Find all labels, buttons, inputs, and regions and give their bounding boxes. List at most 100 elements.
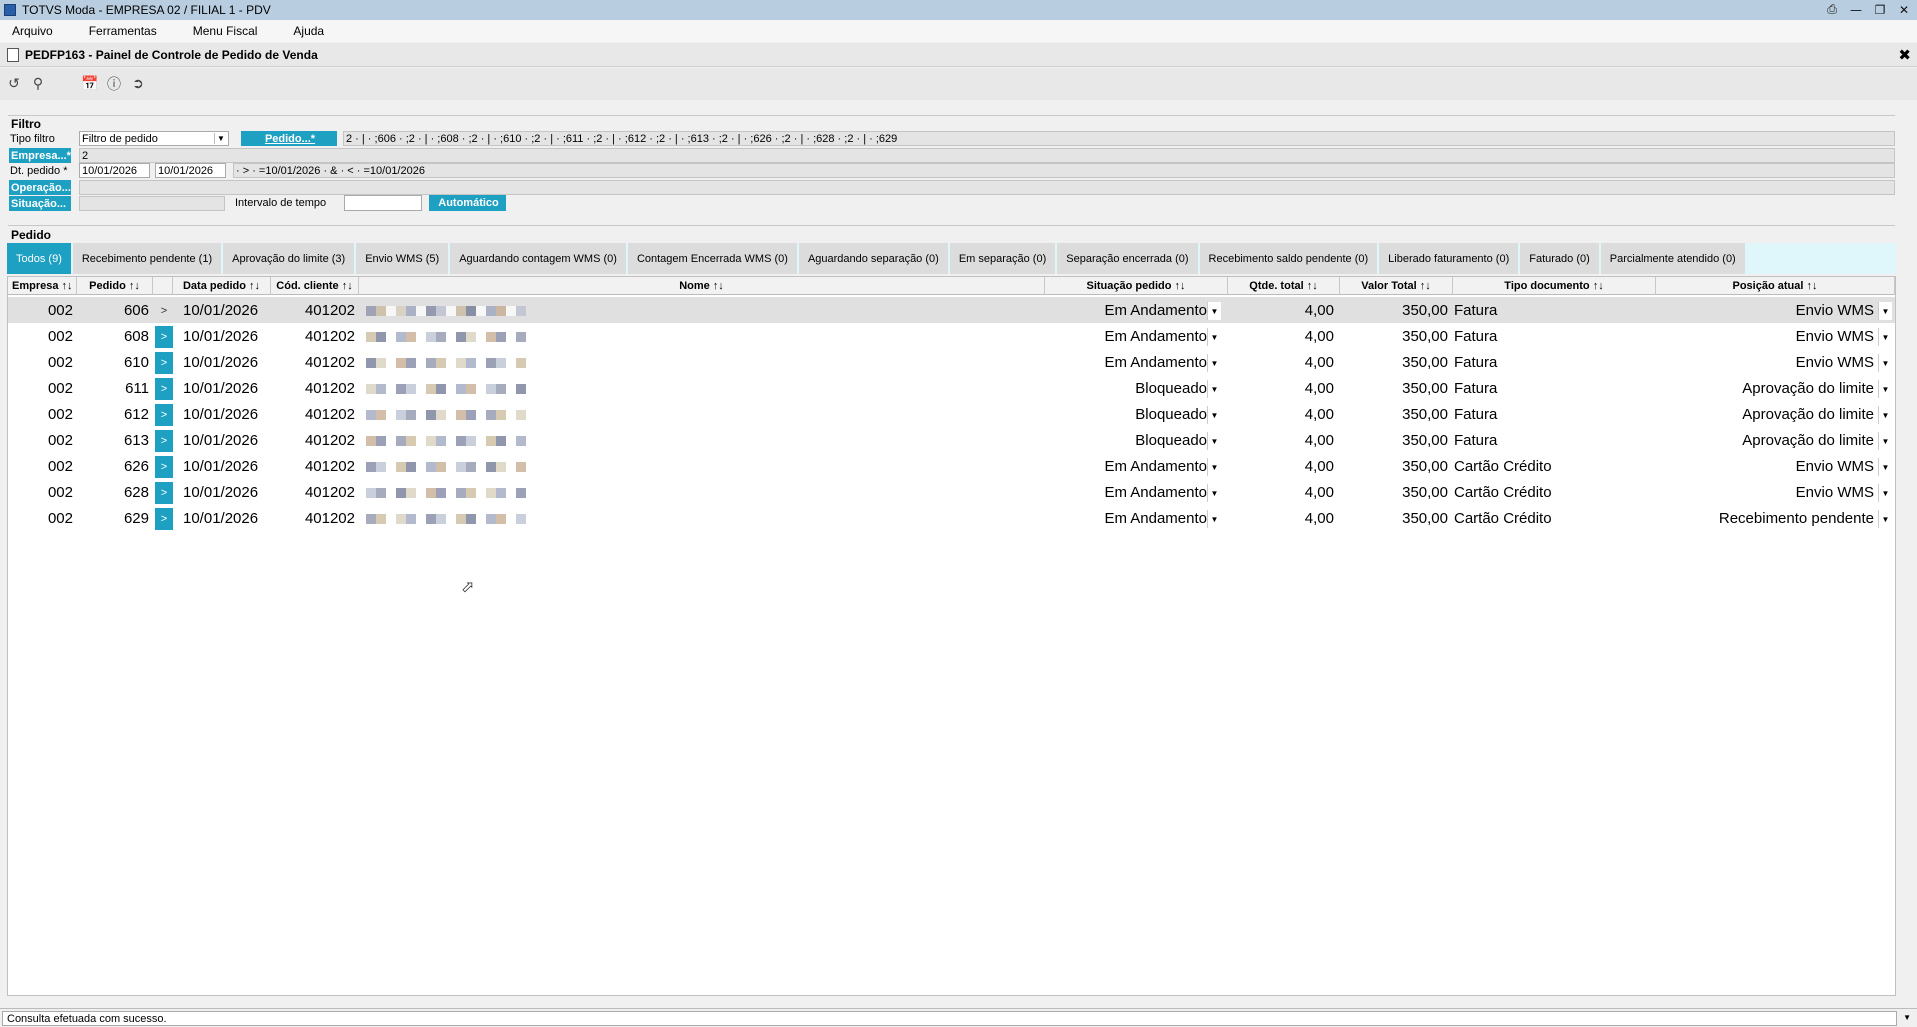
menu-fiscal[interactable]: Menu Fiscal — [193, 24, 258, 38]
tab-envio-wms[interactable]: Envio WMS (5) — [356, 243, 449, 274]
cell-empresa: 002 — [47, 431, 73, 449]
tab-contagem-encerrada-wms[interactable]: Contagem Encerrada WMS (0) — [627, 243, 797, 274]
table-row[interactable]: 002 608 10/01/2026 401202 Em Andamento 4,00 35… — [8, 323, 1895, 349]
menu-arquivo[interactable]: Arquivo — [12, 24, 53, 38]
col-tipo-documento[interactable]: Tipo documento ↑↓ — [1453, 277, 1656, 295]
posicao-dropdown-icon[interactable]: ▼ — [1878, 328, 1892, 346]
restore-icon[interactable]: ❐ — [1869, 1, 1891, 18]
chevron-down-icon[interactable]: ▼ — [214, 133, 227, 144]
panel-close-icon[interactable]: ✖ — [1898, 46, 1911, 64]
printer-icon[interactable]: ⎙ — [1821, 1, 1843, 18]
row-expand-button[interactable]: > — [155, 430, 173, 452]
exit-icon[interactable]: ➲ — [128, 74, 148, 94]
situacao-dropdown-icon[interactable]: ▼ — [1207, 328, 1221, 346]
cell-pedido: 610 — [123, 353, 149, 371]
cell-data-pedido: 10/01/2026 — [183, 301, 259, 319]
table-row[interactable]: 002 628 10/01/2026 401202 Em Andamento 4,00 35… — [8, 479, 1895, 505]
tab-recebimento-saldo-pendente[interactable]: Recebimento saldo pendente (0) — [1199, 243, 1378, 274]
posicao-dropdown-icon[interactable]: ▼ — [1878, 510, 1892, 528]
table-row[interactable]: 002 611 10/01/2026 401202 Bloqueado 4,00 350,0… — [8, 375, 1895, 401]
help-icon[interactable]: ⓘ — [104, 74, 124, 94]
col-qtde-total[interactable]: Qtde. total ↑↓ — [1228, 277, 1340, 295]
row-expand-button[interactable]: > — [155, 508, 173, 530]
redacted-name — [366, 306, 526, 316]
situacao-dropdown-icon[interactable]: ▼ — [1207, 510, 1221, 528]
situacao-button[interactable]: Situação... — [9, 196, 71, 211]
table-row[interactable]: 002 606 10/01/2026 401202 Em Andamento 4,00 35… — [8, 297, 1895, 323]
automatico-button[interactable]: Automático — [429, 195, 506, 211]
minimize-icon[interactable]: — — [1845, 1, 1867, 18]
dt-from-input[interactable]: 10/01/2026 — [79, 163, 150, 178]
tab-todos[interactable]: Todos (9) — [7, 243, 71, 274]
posicao-dropdown-icon[interactable]: ▼ — [1878, 484, 1892, 502]
menu-ferramentas[interactable]: Ferramentas — [89, 24, 157, 38]
tipo-filtro-select[interactable]: Filtro de pedido ▼ — [79, 131, 229, 146]
row-expand-button[interactable]: > — [155, 352, 173, 374]
row-expand-button[interactable]: > — [155, 456, 173, 478]
col-posicao-atual[interactable]: Posição atual ↑↓ — [1656, 277, 1895, 295]
cell-empresa: 002 — [47, 353, 73, 371]
col-data-pedido[interactable]: Data pedido ↑↓ — [173, 277, 271, 295]
cell-data-pedido: 10/01/2026 — [183, 457, 259, 475]
pedido-button[interactable]: Pedido...* — [241, 131, 337, 146]
search-icon[interactable]: ⚲ — [28, 74, 48, 94]
cell-cod-cliente: 401202 — [304, 327, 355, 345]
col-empresa[interactable]: Empresa ↑↓ — [8, 277, 77, 295]
col-pedido[interactable]: Pedido ↑↓ — [77, 277, 153, 295]
col-valor-total[interactable]: Valor Total ↑↓ — [1340, 277, 1453, 295]
cell-qtde-total: 4,00 — [1304, 327, 1334, 345]
posicao-dropdown-icon[interactable]: ▼ — [1878, 380, 1892, 398]
row-expand-button[interactable]: > — [155, 326, 173, 348]
intervalo-input[interactable] — [344, 195, 422, 211]
posicao-dropdown-icon[interactable]: ▼ — [1878, 406, 1892, 424]
row-expand-button[interactable]: > — [155, 300, 173, 322]
table-row[interactable]: 002 629 10/01/2026 401202 Em Andamento 4,00 35… — [8, 505, 1895, 531]
row-expand-button[interactable]: > — [155, 378, 173, 400]
table-row[interactable]: 002 610 10/01/2026 401202 Em Andamento 4,00 35… — [8, 349, 1895, 375]
situacao-dropdown-icon[interactable]: ▼ — [1207, 432, 1221, 450]
row-expand-button[interactable]: > — [155, 404, 173, 426]
tab-parcialmente-atendido[interactable]: Parcialmente atendido (0) — [1600, 243, 1745, 274]
tab-separacao-encerrada[interactable]: Separação encerrada (0) — [1057, 243, 1198, 274]
close-icon[interactable]: ✕ — [1893, 1, 1915, 18]
row-expand-button[interactable]: > — [155, 482, 173, 504]
dt-to-input[interactable]: 10/01/2026 — [155, 163, 226, 178]
cell-tipo-documento: Fatura — [1454, 379, 1498, 397]
col-situacao-pedido[interactable]: Situação pedido ↑↓ — [1045, 277, 1228, 295]
tab-aguardando-contagem-wms[interactable]: Aguardando contagem WMS (0) — [450, 243, 626, 274]
situacao-dropdown-icon[interactable]: ▼ — [1207, 458, 1221, 476]
col-nome[interactable]: Nome ↑↓ — [359, 277, 1045, 295]
situacao-dropdown-icon[interactable]: ▼ — [1207, 302, 1221, 320]
tab-aprovacao-limite[interactable]: Aprovação do limite (3) — [223, 243, 355, 274]
situacao-dropdown-icon[interactable]: ▼ — [1207, 484, 1221, 502]
posicao-dropdown-icon[interactable]: ▼ — [1878, 432, 1892, 450]
tab-faturado[interactable]: Faturado (0) — [1520, 243, 1599, 274]
col-cod-cliente[interactable]: Cód. cliente ↑↓ — [271, 277, 359, 295]
cell-situacao-pedido: Em Andamento — [1104, 509, 1207, 527]
posicao-dropdown-icon[interactable]: ▼ — [1878, 302, 1892, 320]
tab-recebimento-pendente[interactable]: Recebimento pendente (1) — [72, 243, 222, 274]
situacao-dropdown-icon[interactable]: ▼ — [1207, 354, 1221, 372]
app-window: TOTVS Moda - EMPRESA 02 / FILIAL 1 - PDV… — [0, 0, 1917, 1027]
empresa-field: 2 — [79, 148, 1895, 163]
cell-qtde-total: 4,00 — [1304, 431, 1334, 449]
tab-liberado-faturamento[interactable]: Liberado faturamento (0) — [1379, 243, 1519, 274]
posicao-dropdown-icon[interactable]: ▼ — [1878, 458, 1892, 476]
refresh-icon[interactable]: ↺ — [4, 74, 24, 94]
pedido-list-field: 2 · | · ;606 · ;2 · | · ;608 · ;2 · | · … — [343, 131, 1895, 146]
table-row[interactable]: 002 613 10/01/2026 401202 Bloqueado 4,00 350,0… — [8, 427, 1895, 453]
table-row[interactable]: 002 626 10/01/2026 401202 Em Andamento 4,00 35… — [8, 453, 1895, 479]
table-row[interactable]: 002 612 10/01/2026 401202 Bloqueado 4,00 350,0… — [8, 401, 1895, 427]
empresa-button[interactable]: Empresa...* — [9, 148, 71, 163]
chevron-down-icon[interactable]: ▼ — [1903, 1013, 1911, 1022]
menu-ajuda[interactable]: Ajuda — [293, 24, 324, 38]
tab-aguardando-separacao[interactable]: Aguardando separação (0) — [798, 243, 948, 274]
calendar-icon[interactable]: 📅 — [80, 74, 100, 94]
operacao-button[interactable]: Operação... — [9, 180, 71, 195]
situacao-dropdown-icon[interactable]: ▼ — [1207, 380, 1221, 398]
tab-em-separacao[interactable]: Em separação (0) — [949, 243, 1056, 274]
status-tabs: Todos (9) Recebimento pendente (1) Aprov… — [7, 243, 1896, 274]
posicao-dropdown-icon[interactable]: ▼ — [1878, 354, 1892, 372]
cell-cod-cliente: 401202 — [304, 405, 355, 423]
situacao-dropdown-icon[interactable]: ▼ — [1207, 406, 1221, 424]
